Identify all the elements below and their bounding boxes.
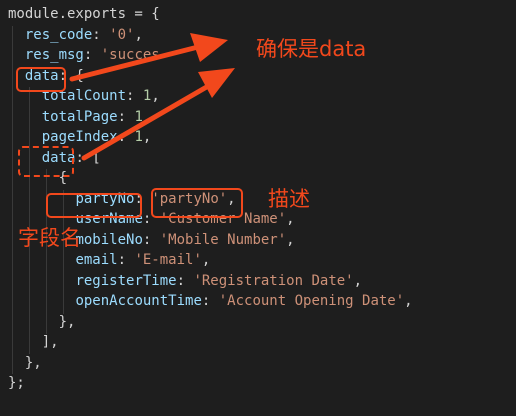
annotation-describe: 描述	[268, 187, 310, 211]
code-key: email	[75, 252, 118, 268]
code-line: registerTime: 'Registration Date',	[8, 271, 413, 292]
code-string: 'E-mail'	[134, 252, 202, 268]
code-text: : [	[75, 149, 101, 166]
highlight-box-field-name	[46, 193, 142, 218]
code-text: module.exports = {	[8, 6, 160, 22]
code-text: ,	[286, 231, 295, 248]
code-line: },	[8, 353, 413, 374]
code-line: };	[8, 373, 413, 394]
annotation-field-name: 字段名	[18, 226, 81, 250]
code-text: :	[117, 252, 135, 268]
code-text: ,	[404, 293, 413, 309]
code-text: :	[117, 108, 135, 125]
highlight-box-inner-data	[18, 146, 74, 177]
code-text: };	[8, 375, 25, 391]
code-text: :	[126, 88, 143, 104]
code-line: ],	[8, 332, 413, 353]
code-text: },	[8, 354, 42, 371]
code-text: ,	[353, 272, 363, 289]
code-string: 'succes	[100, 47, 160, 63]
code-line: openAccountTime: 'Account Opening Date',	[8, 291, 413, 312]
code-line: totalPage: 1	[8, 107, 413, 128]
indent-guide	[12, 26, 13, 374]
indent-guide	[29, 87, 30, 354]
code-key: res_code	[24, 26, 93, 43]
highlight-box-outer-data	[16, 67, 66, 92]
code-text: ,	[201, 252, 211, 268]
code-key: mobileNo	[75, 231, 143, 248]
code-string: 'Account Opening Date'	[218, 293, 405, 309]
code-text: ,	[134, 26, 143, 43]
code-text: ,	[142, 129, 152, 145]
code-string: '0'	[109, 26, 135, 43]
code-line: pageIndex: 1,	[8, 127, 413, 148]
code-text: :	[176, 272, 194, 289]
code-line: data: {	[8, 66, 413, 87]
code-key: registerTime	[75, 272, 177, 289]
code-text: },	[8, 313, 76, 330]
code-text: :	[92, 26, 110, 43]
code-text: ,	[286, 211, 295, 227]
code-line: },	[8, 312, 413, 333]
code-string: 'Registration Date'	[193, 272, 354, 289]
code-key: res_msg	[24, 47, 84, 63]
code-text: ],	[8, 334, 59, 350]
code-line: module.exports = {	[8, 4, 413, 25]
highlight-box-description	[151, 188, 243, 218]
code-number: 1	[134, 129, 143, 145]
code-text: :	[83, 47, 101, 63]
annotation-ensure-data: 确保是data	[256, 37, 367, 61]
code-key: totalPage	[41, 108, 118, 125]
code-string: 'Mobile Number'	[159, 231, 287, 248]
code-text: :	[142, 231, 160, 248]
screenshot-stage: module.exports = { res_code: '0', res_ms…	[0, 0, 516, 416]
code-line: totalCount: 1,	[8, 86, 413, 107]
code-line: email: 'E-mail',	[8, 250, 413, 271]
code-text: ,	[151, 88, 160, 104]
code-text: :	[117, 129, 135, 145]
code-key: openAccountTime	[75, 293, 202, 309]
code-number: 1	[134, 108, 143, 125]
code-text: :	[201, 293, 219, 309]
code-key: pageIndex	[41, 129, 118, 145]
